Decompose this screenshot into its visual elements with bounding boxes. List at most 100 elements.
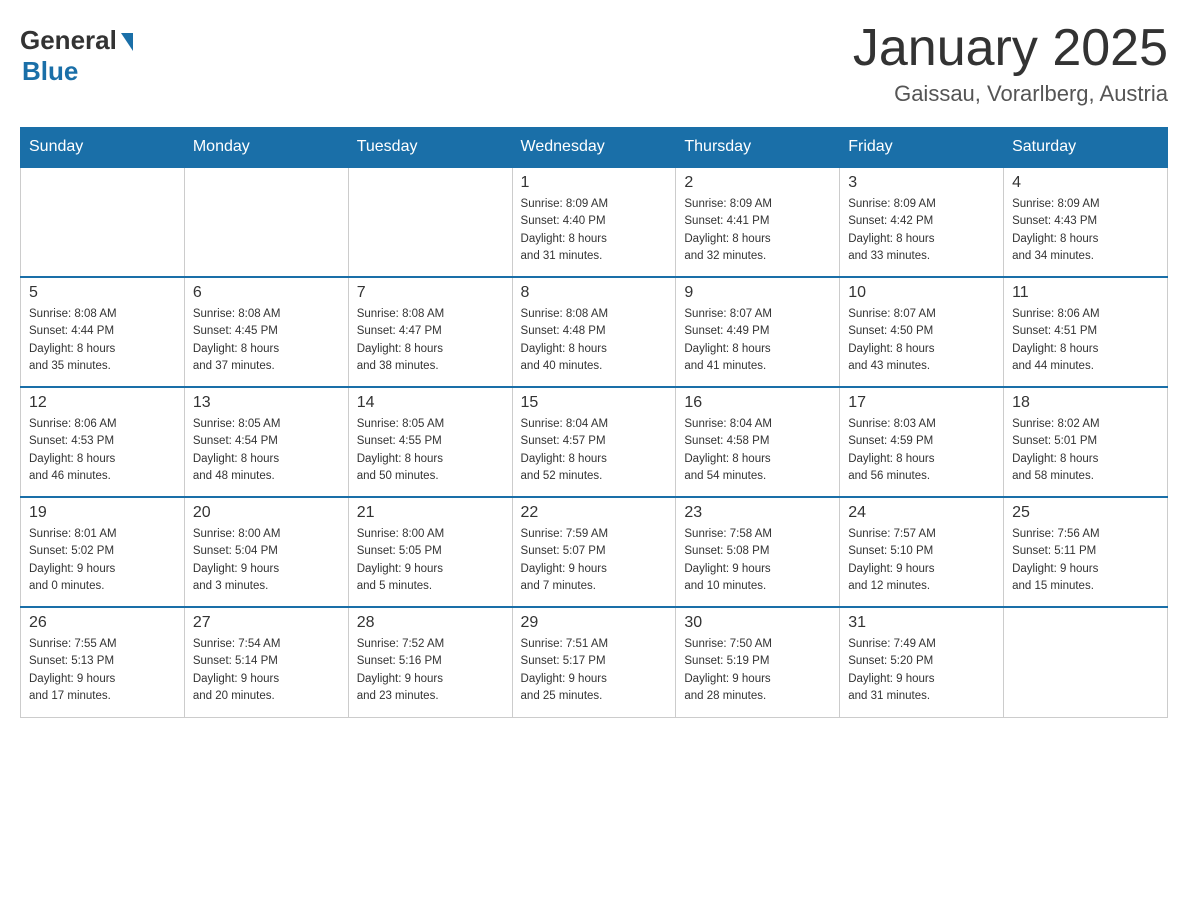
day-number: 28 <box>357 614 504 632</box>
calendar-cell: 6 Sunrise: 8:08 AMSunset: 4:45 PMDaylight… <box>184 277 348 387</box>
week-row-2: 5 Sunrise: 8:08 AMSunset: 4:44 PMDaylight… <box>21 277 1168 387</box>
day-number: 14 <box>357 394 504 412</box>
calendar-cell: 24 Sunrise: 7:57 AMSunset: 5:10 PMDayligh… <box>840 497 1004 607</box>
header-thursday: Thursday <box>676 128 840 168</box>
calendar-cell <box>184 167 348 277</box>
day-info: Sunrise: 7:52 AMSunset: 5:16 PMDaylight:… <box>357 636 504 705</box>
day-info: Sunrise: 8:01 AMSunset: 5:02 PMDaylight:… <box>29 526 176 595</box>
day-info: Sunrise: 8:06 AMSunset: 4:51 PMDaylight:… <box>1012 306 1159 375</box>
day-info: Sunrise: 8:07 AMSunset: 4:50 PMDaylight:… <box>848 306 995 375</box>
day-info: Sunrise: 7:57 AMSunset: 5:10 PMDaylight:… <box>848 526 995 595</box>
day-number: 1 <box>521 174 668 192</box>
day-number: 9 <box>684 284 831 302</box>
calendar-cell: 7 Sunrise: 8:08 AMSunset: 4:47 PMDaylight… <box>348 277 512 387</box>
calendar-cell: 18 Sunrise: 8:02 AMSunset: 5:01 PMDayligh… <box>1004 387 1168 497</box>
week-row-5: 26 Sunrise: 7:55 AMSunset: 5:13 PMDayligh… <box>21 607 1168 717</box>
calendar-cell: 4Sunrise: 8:09 AMSunset: 4:43 PMDaylight… <box>1004 167 1168 277</box>
day-number: 13 <box>193 394 340 412</box>
day-info: Sunrise: 8:09 AMSunset: 4:40 PMDaylight:… <box>521 196 668 265</box>
header-sunday: Sunday <box>21 128 185 168</box>
day-info: Sunrise: 8:05 AMSunset: 4:54 PMDaylight:… <box>193 416 340 485</box>
week-row-4: 19 Sunrise: 8:01 AMSunset: 5:02 PMDayligh… <box>21 497 1168 607</box>
calendar-cell: 30 Sunrise: 7:50 AMSunset: 5:19 PMDayligh… <box>676 607 840 717</box>
day-info: Sunrise: 8:08 AMSunset: 4:45 PMDaylight:… <box>193 306 340 375</box>
calendar-cell <box>348 167 512 277</box>
calendar-cell: 8Sunrise: 8:08 AMSunset: 4:48 PMDaylight… <box>512 277 676 387</box>
calendar-cell: 29 Sunrise: 7:51 AMSunset: 5:17 PMDayligh… <box>512 607 676 717</box>
calendar-cell: 12Sunrise: 8:06 AMSunset: 4:53 PMDayligh… <box>21 387 185 497</box>
header-saturday: Saturday <box>1004 128 1168 168</box>
day-info: Sunrise: 7:51 AMSunset: 5:17 PMDaylight:… <box>521 636 668 705</box>
day-info: Sunrise: 8:09 AMSunset: 4:42 PMDaylight:… <box>848 196 995 265</box>
day-number: 6 <box>193 284 340 302</box>
day-number: 17 <box>848 394 995 412</box>
day-number: 23 <box>684 504 831 522</box>
calendar-cell: 20Sunrise: 8:00 AMSunset: 5:04 PMDayligh… <box>184 497 348 607</box>
logo-arrow-icon <box>121 33 133 51</box>
calendar-cell: 26 Sunrise: 7:55 AMSunset: 5:13 PMDayligh… <box>21 607 185 717</box>
header-wednesday: Wednesday <box>512 128 676 168</box>
day-info: Sunrise: 8:08 AMSunset: 4:48 PMDaylight:… <box>521 306 668 375</box>
calendar-cell: 2 Sunrise: 8:09 AMSunset: 4:41 PMDaylight… <box>676 167 840 277</box>
day-number: 25 <box>1012 504 1159 522</box>
day-number: 21 <box>357 504 504 522</box>
day-info: Sunrise: 8:07 AMSunset: 4:49 PMDaylight:… <box>684 306 831 375</box>
calendar-cell: 28 Sunrise: 7:52 AMSunset: 5:16 PMDayligh… <box>348 607 512 717</box>
day-number: 22 <box>521 504 668 522</box>
day-number: 12 <box>29 394 176 412</box>
logo-text: General <box>20 25 133 56</box>
day-number: 27 <box>193 614 340 632</box>
calendar-cell: 19 Sunrise: 8:01 AMSunset: 5:02 PMDayligh… <box>21 497 185 607</box>
calendar-header-row: SundayMondayTuesdayWednesdayThursdayFrid… <box>21 128 1168 168</box>
day-number: 4 <box>1012 174 1159 192</box>
day-info: Sunrise: 7:49 AMSunset: 5:20 PMDaylight:… <box>848 636 995 705</box>
calendar-cell: 16Sunrise: 8:04 AMSunset: 4:58 PMDayligh… <box>676 387 840 497</box>
day-info: Sunrise: 8:04 AMSunset: 4:57 PMDaylight:… <box>521 416 668 485</box>
day-number: 29 <box>521 614 668 632</box>
day-number: 11 <box>1012 284 1159 302</box>
day-info: Sunrise: 7:59 AMSunset: 5:07 PMDaylight:… <box>521 526 668 595</box>
day-number: 24 <box>848 504 995 522</box>
calendar-cell <box>21 167 185 277</box>
calendar-cell: 11 Sunrise: 8:06 AMSunset: 4:51 PMDayligh… <box>1004 277 1168 387</box>
day-info: Sunrise: 8:08 AMSunset: 4:44 PMDaylight:… <box>29 306 176 375</box>
calendar-cell: 15 Sunrise: 8:04 AMSunset: 4:57 PMDayligh… <box>512 387 676 497</box>
day-info: Sunrise: 8:00 AMSunset: 5:04 PMDaylight:… <box>193 526 340 595</box>
header-monday: Monday <box>184 128 348 168</box>
calendar-cell: 17 Sunrise: 8:03 AMSunset: 4:59 PMDayligh… <box>840 387 1004 497</box>
day-info: Sunrise: 8:08 AMSunset: 4:47 PMDaylight:… <box>357 306 504 375</box>
calendar-cell: 25Sunrise: 7:56 AMSunset: 5:11 PMDayligh… <box>1004 497 1168 607</box>
page-header: General Blue January 2025 Gaissau, Vorar… <box>20 20 1168 107</box>
calendar-table: SundayMondayTuesdayWednesdayThursdayFrid… <box>20 127 1168 718</box>
day-number: 10 <box>848 284 995 302</box>
day-info: Sunrise: 8:00 AMSunset: 5:05 PMDaylight:… <box>357 526 504 595</box>
day-info: Sunrise: 7:55 AMSunset: 5:13 PMDaylight:… <box>29 636 176 705</box>
calendar-subtitle: Gaissau, Vorarlberg, Austria <box>853 81 1168 107</box>
calendar-cell: 13 Sunrise: 8:05 AMSunset: 4:54 PMDayligh… <box>184 387 348 497</box>
logo-blue: Blue <box>22 56 78 86</box>
day-number: 18 <box>1012 394 1159 412</box>
day-number: 5 <box>29 284 176 302</box>
day-number: 26 <box>29 614 176 632</box>
calendar-cell: 27Sunrise: 7:54 AMSunset: 5:14 PMDayligh… <box>184 607 348 717</box>
calendar-cell: 10 Sunrise: 8:07 AMSunset: 4:50 PMDayligh… <box>840 277 1004 387</box>
calendar-cell: 21 Sunrise: 8:00 AMSunset: 5:05 PMDayligh… <box>348 497 512 607</box>
calendar-cell: 1 Sunrise: 8:09 AMSunset: 4:40 PMDaylight… <box>512 167 676 277</box>
day-info: Sunrise: 7:50 AMSunset: 5:19 PMDaylight:… <box>684 636 831 705</box>
day-number: 30 <box>684 614 831 632</box>
day-number: 15 <box>521 394 668 412</box>
day-number: 16 <box>684 394 831 412</box>
day-number: 2 <box>684 174 831 192</box>
calendar-cell: 3Sunrise: 8:09 AMSunset: 4:42 PMDaylight… <box>840 167 1004 277</box>
day-info: Sunrise: 7:58 AMSunset: 5:08 PMDaylight:… <box>684 526 831 595</box>
calendar-cell: 5 Sunrise: 8:08 AMSunset: 4:44 PMDaylight… <box>21 277 185 387</box>
week-row-1: 1 Sunrise: 8:09 AMSunset: 4:40 PMDaylight… <box>21 167 1168 277</box>
day-info: Sunrise: 8:09 AMSunset: 4:41 PMDaylight:… <box>684 196 831 265</box>
day-info: Sunrise: 8:03 AMSunset: 4:59 PMDaylight:… <box>848 416 995 485</box>
calendar-cell <box>1004 607 1168 717</box>
logo: General Blue <box>20 20 133 87</box>
day-number: 19 <box>29 504 176 522</box>
day-number: 7 <box>357 284 504 302</box>
day-info: Sunrise: 8:02 AMSunset: 5:01 PMDaylight:… <box>1012 416 1159 485</box>
header-tuesday: Tuesday <box>348 128 512 168</box>
